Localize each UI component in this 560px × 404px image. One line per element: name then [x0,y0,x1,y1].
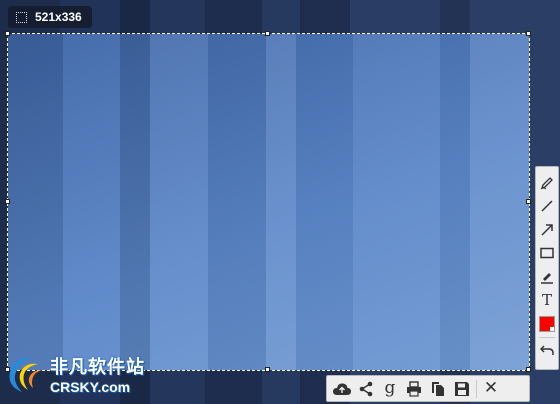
upload-button[interactable] [330,377,354,401]
color-swatch [539,315,555,332]
site-watermark: 非凡软件站 CRSKY.com [2,346,162,402]
text-tool-button[interactable]: T [537,289,557,313]
capture-selection-area[interactable] [7,33,530,371]
resize-handle-top-left[interactable] [5,31,10,36]
rectangle-tool-button[interactable] [537,242,557,266]
line-icon [541,200,553,212]
copy-icon [432,381,444,396]
close-button[interactable]: ✕ [479,377,503,401]
resize-handle-bottom-center[interactable] [265,367,270,372]
crsky-logo [9,357,42,392]
watermark-chinese-text: 非凡软件站 [50,357,145,378]
toolbar-divider [539,336,555,338]
print-button[interactable] [402,377,426,401]
rectangle-icon [540,248,554,259]
print-icon [407,380,421,397]
selection-size-badge: 521x336 [8,6,92,28]
arrow-icon [541,224,553,236]
pencil-icon [540,176,553,190]
resize-handle-top-center[interactable] [265,31,270,36]
watermark-site-text: CRSKY.com [50,379,131,395]
arrow-tool-button[interactable] [537,218,557,242]
toolbar-divider [476,379,477,398]
close-icon: ✕ [483,378,499,398]
action-toolbar: g ✕ [326,375,530,402]
pencil-tool-button[interactable] [537,171,557,195]
line-tool-button[interactable] [537,195,557,219]
copy-button[interactable] [426,377,450,401]
text-icon: T [541,290,552,309]
undo-button[interactable] [537,339,557,363]
color-picker-button[interactable] [537,312,557,336]
share-button[interactable] [354,377,378,401]
marker-icon [541,272,553,284]
resize-handle-middle-left[interactable] [5,199,10,204]
selection-dimensions: 521x336 [35,10,82,24]
share-icon [359,381,373,396]
selection-icon [16,11,27,23]
save-icon [455,381,469,396]
marker-tool-button[interactable] [537,265,557,289]
save-button[interactable] [450,377,474,401]
resize-handle-middle-right[interactable] [526,199,531,204]
resize-handle-bottom-right[interactable] [526,367,531,372]
google-search-button[interactable]: g [378,377,402,401]
upload-cloud-icon [333,382,351,395]
resize-handle-top-right[interactable] [526,31,531,36]
drawing-toolbar: T [535,166,559,370]
google-search-icon: g [384,378,396,398]
undo-icon [540,345,554,356]
